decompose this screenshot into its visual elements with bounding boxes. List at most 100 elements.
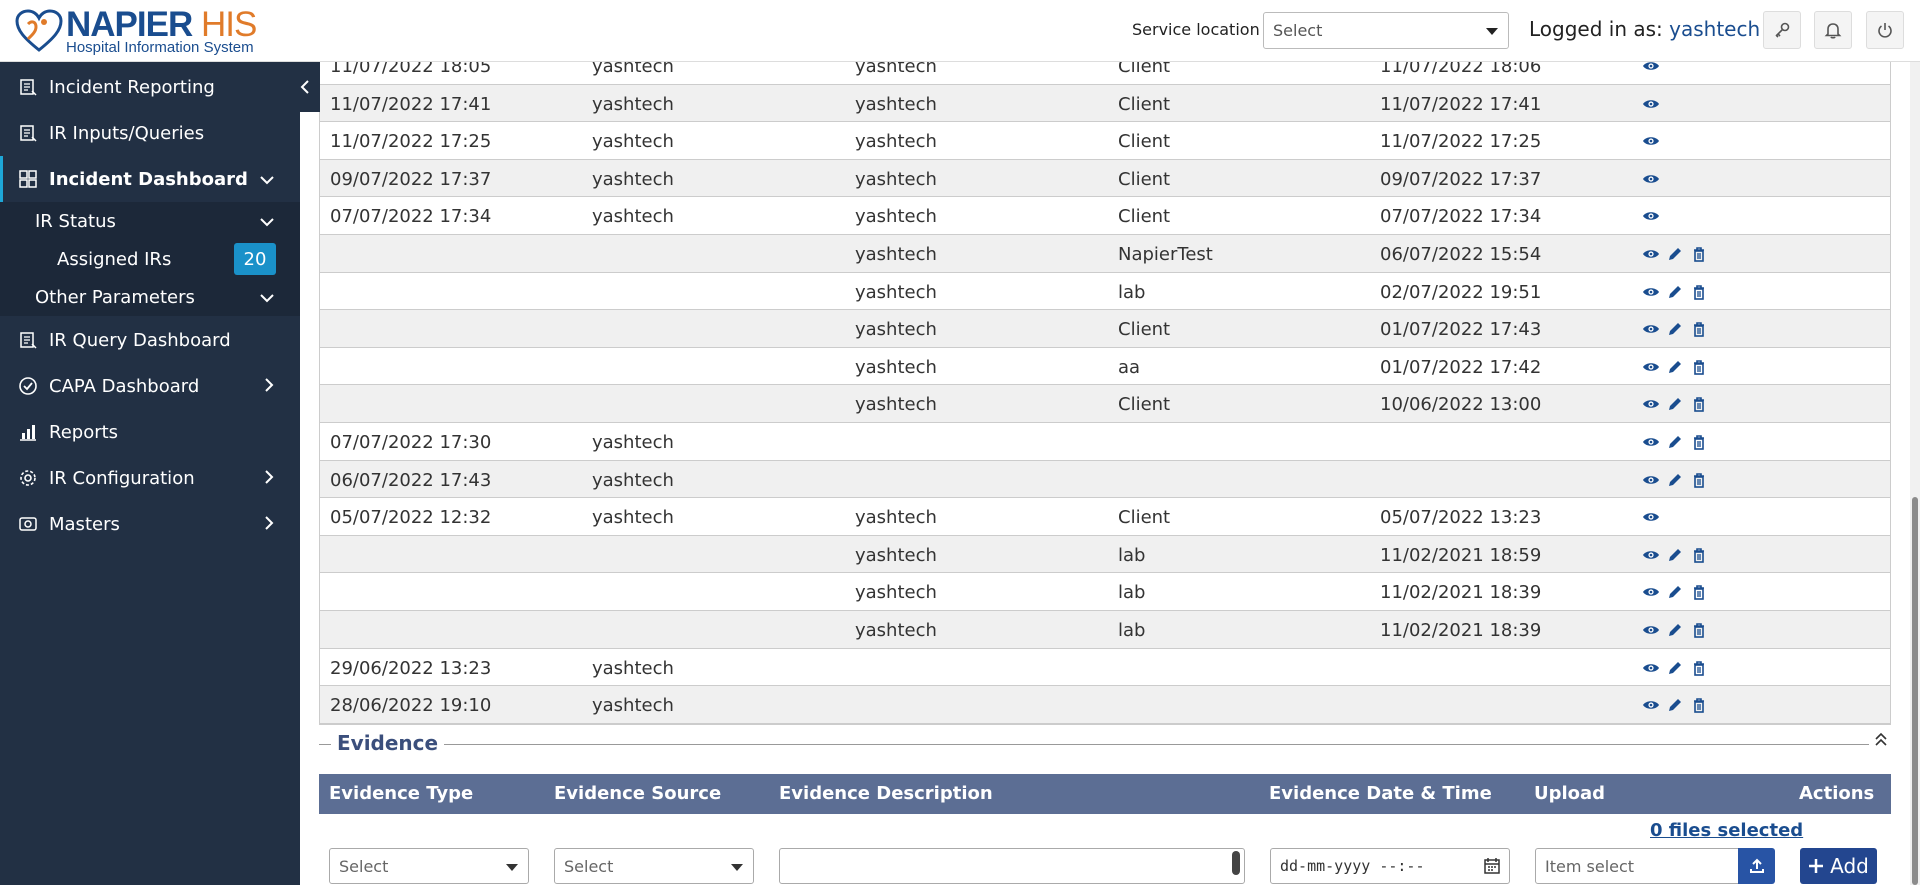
evidence-type-select[interactable]: Select bbox=[329, 848, 529, 884]
main-content: 11/07/2022 18:05 yashtech yashtech Client 11… bbox=[300, 62, 1920, 885]
pencil-icon[interactable] bbox=[1666, 472, 1684, 488]
pencil-icon[interactable] bbox=[1666, 697, 1684, 713]
sidebar-subitem-label: IR Status bbox=[35, 210, 116, 232]
collapse-section-button[interactable] bbox=[1869, 731, 1893, 752]
table-row: yashtech Client 01/07/2022 17:43 bbox=[320, 310, 1890, 348]
sidebar-item-ir-query-dashboard[interactable]: IR Query Dashboard bbox=[0, 317, 300, 363]
eye-icon[interactable] bbox=[1642, 359, 1660, 375]
pencil-icon[interactable] bbox=[1666, 321, 1684, 337]
row-actions bbox=[1642, 547, 1708, 563]
eye-icon[interactable] bbox=[1642, 584, 1660, 600]
pencil-icon[interactable] bbox=[1666, 660, 1684, 676]
table-cell: yashtech bbox=[855, 582, 937, 604]
logout-button[interactable] bbox=[1866, 11, 1904, 49]
table-cell: yashtech bbox=[855, 62, 937, 77]
sidebar-item-reports[interactable]: Reports bbox=[0, 409, 300, 455]
files-selected-link[interactable]: 0 files selected bbox=[1650, 820, 1803, 841]
upload-button[interactable] bbox=[1738, 848, 1775, 884]
eye-icon[interactable] bbox=[1642, 321, 1660, 337]
sidebar-subitem-other-parameters[interactable]: Other Parameters bbox=[0, 278, 300, 316]
trash-icon[interactable] bbox=[1690, 321, 1708, 337]
table-row: yashtech Client 10/06/2022 13:00 bbox=[320, 385, 1890, 423]
calendar-icon[interactable] bbox=[1483, 857, 1501, 879]
upload-item-input[interactable]: Item select bbox=[1535, 848, 1739, 884]
logo-subtitle: Hospital Information System bbox=[66, 39, 254, 56]
add-evidence-button[interactable]: Add bbox=[1800, 848, 1877, 884]
eye-icon[interactable] bbox=[1642, 622, 1660, 638]
eye-icon[interactable] bbox=[1642, 547, 1660, 563]
notifications-button[interactable] bbox=[1814, 11, 1852, 49]
trash-icon[interactable] bbox=[1690, 622, 1708, 638]
pencil-icon[interactable] bbox=[1666, 396, 1684, 412]
pencil-icon[interactable] bbox=[1666, 434, 1684, 450]
trash-icon[interactable] bbox=[1690, 396, 1708, 413]
table-cell: 05/07/2022 13:23 bbox=[1380, 507, 1542, 529]
app-header: NAPIER HIS Hospital Information System S… bbox=[0, 0, 1920, 62]
key-button[interactable] bbox=[1763, 11, 1801, 49]
pencil-icon[interactable] bbox=[1666, 547, 1684, 563]
eye-icon[interactable] bbox=[1642, 660, 1660, 676]
evidence-type-value: Select bbox=[339, 857, 389, 876]
trash-icon[interactable] bbox=[1690, 359, 1708, 375]
row-actions bbox=[1642, 284, 1708, 300]
chevron-down-icon bbox=[260, 211, 274, 232]
add-button-label: Add bbox=[1830, 854, 1869, 878]
sidebar-collapse-button[interactable] bbox=[290, 62, 320, 112]
eye-icon[interactable] bbox=[1642, 96, 1660, 112]
eye-icon[interactable] bbox=[1642, 509, 1660, 525]
evidence-description-textarea[interactable] bbox=[779, 848, 1245, 884]
eye-icon[interactable] bbox=[1642, 246, 1660, 262]
trash-icon[interactable] bbox=[1690, 246, 1708, 262]
incident-table: 11/07/2022 18:05 yashtech yashtech Client 11… bbox=[319, 62, 1891, 725]
scrollbar-thumb[interactable] bbox=[1912, 497, 1918, 885]
table-cell: 11/07/2022 17:41 bbox=[330, 93, 492, 115]
pencil-icon[interactable] bbox=[1666, 584, 1684, 600]
eye-icon[interactable] bbox=[1642, 284, 1660, 300]
row-actions bbox=[1642, 622, 1708, 638]
sidebar-item-incident-reporting[interactable]: Incident Reporting bbox=[0, 64, 300, 110]
trash-icon[interactable] bbox=[1690, 472, 1708, 488]
eye-icon[interactable] bbox=[1642, 697, 1660, 713]
sidebar-subitem-ir-status[interactable]: IR Status bbox=[0, 202, 300, 240]
sidebar-subitem-assigned-irs[interactable]: Assigned IRs 20 bbox=[0, 240, 300, 278]
trash-icon[interactable] bbox=[1690, 284, 1708, 300]
sidebar-item-label: Masters bbox=[49, 513, 120, 535]
evidence-datetime-input[interactable]: dd-mm-yyyy --:-- bbox=[1270, 848, 1510, 884]
sidebar-item-capa-dashboard[interactable]: CAPA Dashboard bbox=[0, 363, 300, 409]
pencil-icon[interactable] bbox=[1666, 359, 1684, 375]
service-location-select[interactable]: Select bbox=[1263, 12, 1509, 49]
eye-icon[interactable] bbox=[1642, 396, 1660, 412]
pencil-icon[interactable] bbox=[1666, 284, 1684, 300]
trash-icon[interactable] bbox=[1690, 584, 1708, 601]
sidebar-item-masters[interactable]: Masters bbox=[0, 501, 300, 547]
eye-icon[interactable] bbox=[1642, 171, 1660, 187]
sidebar-item-incident-dashboard[interactable]: Incident Dashboard bbox=[0, 156, 300, 202]
eye-icon[interactable] bbox=[1642, 62, 1660, 74]
table-cell: yashtech bbox=[592, 657, 674, 679]
evidence-source-select[interactable]: Select bbox=[554, 848, 754, 884]
eye-icon[interactable] bbox=[1642, 208, 1660, 224]
check-circle-icon bbox=[16, 374, 40, 398]
table-cell: yashtech bbox=[855, 206, 937, 228]
trash-icon[interactable] bbox=[1690, 434, 1708, 450]
table-cell: 05/07/2022 12:32 bbox=[330, 507, 492, 529]
sidebar-item-label: IR Query Dashboard bbox=[49, 329, 231, 351]
pencil-icon[interactable] bbox=[1666, 246, 1684, 262]
eye-icon[interactable] bbox=[1642, 133, 1660, 149]
napier-logo[interactable]: NAPIER HIS Hospital Information System bbox=[14, 7, 257, 56]
table-cell: 07/07/2022 17:34 bbox=[1380, 206, 1542, 228]
trash-icon[interactable] bbox=[1690, 660, 1708, 676]
page-scrollbar[interactable] bbox=[1910, 62, 1920, 885]
caret-down-icon bbox=[506, 864, 518, 871]
eye-icon[interactable] bbox=[1642, 434, 1660, 450]
table-cell: 09/07/2022 17:37 bbox=[1380, 168, 1542, 190]
sidebar-item-ir-configuration[interactable]: IR Configuration bbox=[0, 455, 300, 501]
trash-icon[interactable] bbox=[1690, 697, 1708, 713]
pencil-icon[interactable] bbox=[1666, 622, 1684, 638]
row-actions bbox=[1642, 171, 1660, 187]
table-cell: 07/07/2022 17:34 bbox=[330, 206, 492, 228]
eye-icon[interactable] bbox=[1642, 472, 1660, 488]
textarea-scrollbar[interactable] bbox=[1232, 851, 1240, 875]
sidebar-item-ir-inputs[interactable]: IR Inputs/Queries bbox=[0, 110, 300, 156]
trash-icon[interactable] bbox=[1690, 547, 1708, 563]
